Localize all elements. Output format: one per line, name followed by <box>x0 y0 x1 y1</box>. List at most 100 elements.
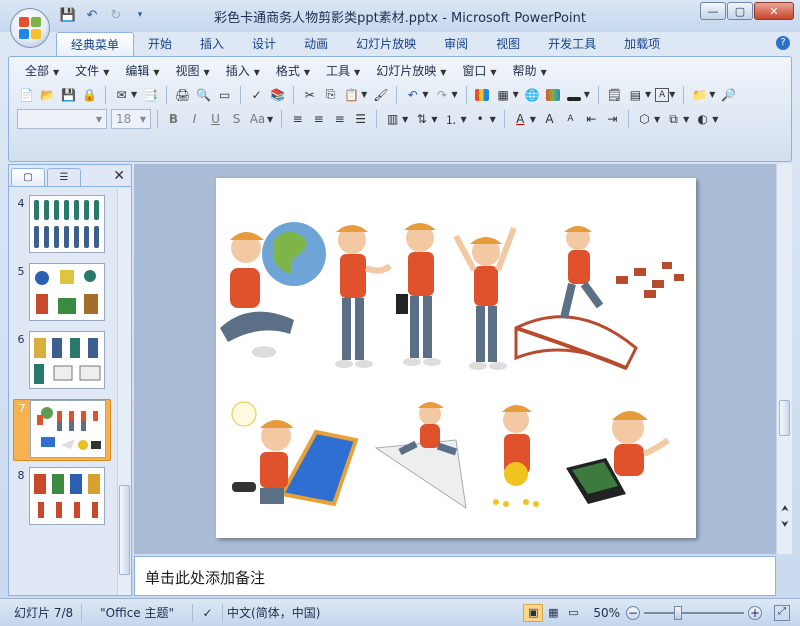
chevron-down-icon[interactable]: ▼ <box>645 90 651 99</box>
chevron-down-icon[interactable]: ▼ <box>683 115 689 124</box>
chevron-down-icon[interactable]: ▼ <box>361 90 367 99</box>
chevron-down-icon[interactable]: ▼ <box>712 115 718 124</box>
maximize-button[interactable]: ▢ <box>727 2 753 20</box>
minimize-button[interactable]: — <box>700 2 726 20</box>
fill-color-icon[interactable] <box>565 85 584 104</box>
chevron-down-icon[interactable]: ▼ <box>267 115 273 124</box>
slide-layout-icon[interactable]: ▤ <box>626 85 645 104</box>
publish-icon[interactable]: 📑 <box>141 85 160 104</box>
font-color-icon[interactable]: A <box>511 110 530 129</box>
chevron-down-icon[interactable]: ▼ <box>422 90 428 99</box>
folder-icon[interactable]: 📁 <box>690 85 709 104</box>
text-direction-icon[interactable]: ⇅ <box>412 110 431 129</box>
save-icon[interactable]: 💾 <box>59 85 78 104</box>
menu-file[interactable]: 文件 ▼ <box>67 63 117 79</box>
menu-insert[interactable]: 插入 ▼ <box>218 63 268 79</box>
color-grayscale-icon[interactable] <box>544 85 563 104</box>
shadow-button[interactable]: S <box>227 110 246 129</box>
numbering-icon[interactable]: ⒈ <box>441 110 460 129</box>
font-name-combo[interactable]: ▼ <box>17 109 107 129</box>
chevron-down-icon[interactable]: ▼ <box>513 90 519 99</box>
menu-view[interactable]: 视图 ▼ <box>168 63 218 79</box>
zoom-track[interactable] <box>644 605 744 620</box>
format-painter-icon[interactable]: 🖌 <box>371 85 390 104</box>
menu-help[interactable]: 帮助 ▼ <box>505 63 555 79</box>
chevron-down-icon[interactable]: ▼ <box>709 90 715 99</box>
permission-icon[interactable]: 🔒 <box>80 85 99 104</box>
slide-thumbnail[interactable]: 8 <box>13 467 111 529</box>
zoom-thumb[interactable] <box>674 605 682 620</box>
shapes-icon[interactable]: ⬡ <box>635 110 654 129</box>
shrink-font-icon[interactable]: A <box>561 110 580 129</box>
previous-slide-icon[interactable]: ⮝ <box>777 504 793 514</box>
slides-tab[interactable]: ▢ <box>11 168 45 186</box>
tab-animations[interactable]: 动画 <box>290 32 342 56</box>
insert-chart-icon[interactable] <box>473 85 492 104</box>
cartoon-business-people-clipart[interactable] <box>216 178 696 538</box>
notes-pane[interactable]: 单击此处添加备注 <box>134 556 776 596</box>
tab-review[interactable]: 审阅 <box>430 32 482 56</box>
change-case-button[interactable]: Aa <box>248 110 267 129</box>
redo-icon[interactable]: ↷ <box>432 85 451 104</box>
undo-icon[interactable]: ↶ <box>403 85 422 104</box>
tab-classic-menu[interactable]: 经典菜单 <box>56 32 135 56</box>
tab-developer[interactable]: 开发工具 <box>534 32 610 56</box>
zoom-level[interactable]: 50% <box>593 606 620 620</box>
slide-canvas[interactable] <box>216 178 696 538</box>
chevron-down-icon[interactable]: ▼ <box>431 115 437 124</box>
slide-thumbnail-selected[interactable]: 7 <box>13 399 111 461</box>
columns-icon[interactable]: ▥ <box>383 110 402 129</box>
tab-insert[interactable]: 插入 <box>186 32 238 56</box>
insert-table-icon[interactable]: ▦ <box>494 85 513 104</box>
search-icon[interactable]: 🔎 <box>719 85 738 104</box>
print-icon[interactable]: 🖨 <box>173 85 192 104</box>
underline-button[interactable]: U <box>206 110 225 129</box>
office-button[interactable] <box>10 8 50 48</box>
menu-window[interactable]: 窗口 ▼ <box>454 63 504 79</box>
tab-home[interactable]: 开始 <box>134 32 186 56</box>
bullets-icon[interactable]: • <box>471 110 490 129</box>
slide-thumbnail[interactable]: 6 <box>13 331 111 393</box>
help-icon[interactable]: ? <box>776 36 790 50</box>
font-size-combo[interactable]: 18 ▼ <box>111 109 151 129</box>
chevron-down-icon[interactable]: ▼ <box>584 90 590 99</box>
theme-name[interactable]: "Office 主题" <box>82 603 194 622</box>
open-icon[interactable]: 📂 <box>38 85 57 104</box>
quick-styles-icon[interactable]: ◐ <box>693 110 712 129</box>
zoom-out-icon[interactable]: − <box>626 605 640 620</box>
increase-indent-icon[interactable]: ⇥ <box>603 110 622 129</box>
paste-icon[interactable]: 📋 <box>342 85 361 104</box>
tab-slideshow[interactable]: 幻灯片放映 <box>342 32 430 56</box>
print-preview-icon[interactable]: 🔍 <box>194 85 213 104</box>
spelling-icon[interactable]: ✓ <box>247 85 266 104</box>
grow-font-icon[interactable]: A <box>540 110 559 129</box>
new-slide-icon[interactable]: 🗒 <box>605 85 624 104</box>
slide-thumbnail[interactable]: 5 <box>13 263 111 325</box>
outline-tab[interactable]: ☰ <box>47 168 81 186</box>
chevron-down-icon[interactable]: ▼ <box>451 90 457 99</box>
slide-thumbnail[interactable]: 4 <box>13 195 111 257</box>
email-icon[interactable]: ✉ <box>112 85 131 104</box>
scrollbar-thumb[interactable] <box>779 400 790 436</box>
justify-icon[interactable]: ☰ <box>351 110 370 129</box>
decrease-indent-icon[interactable]: ⇤ <box>582 110 601 129</box>
menu-all[interactable]: 全部 ▼ <box>17 63 67 79</box>
tab-design[interactable]: 设计 <box>238 32 290 56</box>
tab-view[interactable]: 视图 <box>482 32 534 56</box>
menu-edit[interactable]: 编辑 ▼ <box>117 63 167 79</box>
chevron-down-icon[interactable]: ▼ <box>402 115 408 124</box>
fit-to-window-icon[interactable]: ⤢ <box>774 604 790 621</box>
align-left-icon[interactable]: ≡ <box>288 110 307 129</box>
chevron-down-icon[interactable]: ▼ <box>490 115 496 124</box>
italic-button[interactable]: I <box>185 110 204 129</box>
insert-clipart-icon[interactable]: 🌐 <box>523 85 542 104</box>
next-slide-icon[interactable]: ⮟ <box>777 520 793 530</box>
align-right-icon[interactable]: ≡ <box>330 110 349 129</box>
chevron-down-icon[interactable]: ▼ <box>669 90 675 99</box>
bold-button[interactable]: B <box>164 110 183 129</box>
menu-slideshow[interactable]: 幻灯片放映 ▼ <box>368 63 454 79</box>
slideshow-view-icon[interactable]: ▭ <box>563 604 583 622</box>
slides-panel-scrollbar[interactable] <box>117 189 131 595</box>
chevron-down-icon[interactable]: ▼ <box>460 115 466 124</box>
scrollbar-thumb[interactable] <box>119 485 130 575</box>
